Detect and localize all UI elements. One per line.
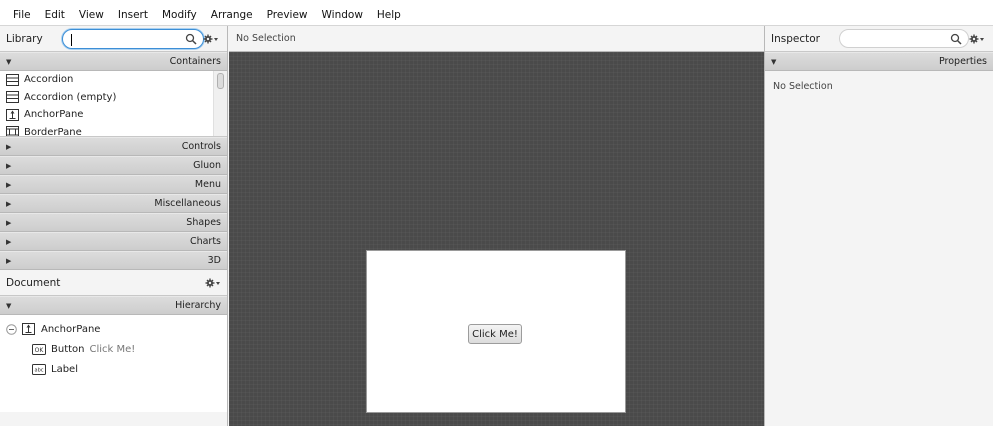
anchorpane-icon xyxy=(6,108,19,121)
library-item-label: AnchorPane xyxy=(24,109,84,121)
inspector-status: No Selection xyxy=(773,81,833,92)
label-abc-icon: abc xyxy=(32,363,46,375)
collapsed-triangle-icon: ▶ xyxy=(6,142,12,151)
inspector-header: Inspector xyxy=(765,26,993,52)
left-panel: Library ▼ Containers Accordion Accordion… xyxy=(0,26,228,426)
section-menu-label: Menu xyxy=(194,179,221,190)
menu-file[interactable]: File xyxy=(6,5,38,26)
anchor-pane-preview[interactable]: Click Me! xyxy=(366,250,626,413)
expanded-triangle-icon: ▼ xyxy=(771,57,777,66)
tree-item-anchorpane[interactable]: AnchorPane xyxy=(0,319,227,339)
svg-text:abc: abc xyxy=(35,367,44,373)
expanded-triangle-icon: ▼ xyxy=(6,301,12,310)
section-menu[interactable]: ▶ Menu xyxy=(0,175,227,194)
tree-item-detail: Click Me! xyxy=(89,343,136,355)
collapsed-triangle-icon: ▶ xyxy=(6,218,12,227)
inspector-gear-icon[interactable] xyxy=(969,33,985,45)
section-containers-label: Containers xyxy=(169,56,221,67)
search-icon[interactable] xyxy=(950,33,962,45)
section-gluon[interactable]: ▶ Gluon xyxy=(0,156,227,175)
section-shapes[interactable]: ▶ Shapes xyxy=(0,213,227,232)
menu-bar: File Edit View Insert Modify Arrange Pre… xyxy=(0,5,993,26)
section-miscellaneous[interactable]: ▶ Miscellaneous xyxy=(0,194,227,213)
library-item-borderpane[interactable]: BorderPane xyxy=(0,124,227,137)
collapsed-triangle-icon: ▶ xyxy=(6,199,12,208)
scrollbar-thumb[interactable] xyxy=(217,73,224,89)
tree-item-label: Label xyxy=(51,363,78,375)
hierarchy-tree: AnchorPane OK Button Click Me! abc Label xyxy=(0,315,227,412)
library-search-box[interactable] xyxy=(62,29,204,49)
tree-item-label: AnchorPane xyxy=(41,323,101,335)
library-item-label: Accordion xyxy=(24,74,74,86)
collapse-toggle-icon[interactable] xyxy=(6,323,17,335)
button-ok-icon: OK xyxy=(32,343,46,355)
section-controls[interactable]: ▶ Controls xyxy=(0,137,227,156)
menu-help[interactable]: Help xyxy=(370,5,408,26)
section-shapes-label: Shapes xyxy=(186,217,221,228)
expanded-triangle-icon: ▼ xyxy=(6,57,12,66)
library-search-input[interactable] xyxy=(71,32,183,46)
library-gear-icon[interactable] xyxy=(203,33,219,45)
document-title: Document xyxy=(6,276,61,289)
collapsed-triangle-icon: ▶ xyxy=(6,180,12,189)
svg-text:OK: OK xyxy=(35,347,45,354)
document-gear-icon[interactable] xyxy=(205,277,221,289)
anchorpane-icon xyxy=(22,323,35,335)
library-item-label: BorderPane xyxy=(24,126,82,137)
tree-item-button[interactable]: OK Button Click Me! xyxy=(0,339,227,359)
section-charts[interactable]: ▶ Charts xyxy=(0,232,227,251)
menu-arrange[interactable]: Arrange xyxy=(204,5,260,26)
collapsed-triangle-icon: ▶ xyxy=(6,256,12,265)
inspector-search-box[interactable] xyxy=(839,29,969,48)
menu-view[interactable]: View xyxy=(72,5,111,26)
section-containers[interactable]: ▼ Containers xyxy=(0,52,227,71)
library-title: Library xyxy=(6,32,43,45)
menu-preview[interactable]: Preview xyxy=(260,5,315,26)
selection-status: No Selection xyxy=(236,33,296,44)
accordion-icon xyxy=(6,73,19,86)
section-3d[interactable]: ▶ 3D xyxy=(0,251,227,270)
inspector-search-input[interactable] xyxy=(848,32,948,46)
menu-edit[interactable]: Edit xyxy=(38,5,72,26)
section-3d-label: 3D xyxy=(207,255,221,266)
document-header: Document xyxy=(0,270,227,296)
library-scrollbar[interactable] xyxy=(213,71,227,136)
section-hierarchy-label: Hierarchy xyxy=(175,300,221,311)
borderpane-icon xyxy=(6,126,19,136)
design-canvas[interactable]: Click Me! xyxy=(229,52,764,426)
menu-modify[interactable]: Modify xyxy=(155,5,204,26)
menu-insert[interactable]: Insert xyxy=(111,5,155,26)
search-icon[interactable] xyxy=(185,33,197,45)
menu-window[interactable]: Window xyxy=(315,5,370,26)
collapsed-triangle-icon: ▶ xyxy=(6,237,12,246)
inspector-body: No Selection xyxy=(765,71,993,102)
text-caret xyxy=(71,34,72,46)
inspector-title: Inspector xyxy=(771,32,820,45)
library-item-label: Accordion (empty) xyxy=(24,91,117,103)
library-item-anchorpane[interactable]: AnchorPane xyxy=(0,106,227,124)
section-controls-label: Controls xyxy=(181,141,221,152)
tree-item-label: Button xyxy=(51,343,85,355)
click-me-button[interactable]: Click Me! xyxy=(468,324,522,344)
library-header: Library xyxy=(0,26,227,52)
library-item-accordion[interactable]: Accordion xyxy=(0,71,227,89)
section-properties[interactable]: ▼ Properties xyxy=(765,52,993,71)
section-properties-label: Properties xyxy=(938,56,987,67)
accordion-icon xyxy=(6,91,19,104)
content-header: No Selection xyxy=(229,26,764,52)
library-list: Accordion Accordion (empty) AnchorPane B… xyxy=(0,71,227,137)
library-item-accordion-empty[interactable]: Accordion (empty) xyxy=(0,89,227,107)
section-gluon-label: Gluon xyxy=(193,160,221,171)
section-miscellaneous-label: Miscellaneous xyxy=(154,198,221,209)
tree-item-label-node[interactable]: abc Label xyxy=(0,359,227,379)
section-hierarchy[interactable]: ▼ Hierarchy xyxy=(0,296,227,315)
collapsed-triangle-icon: ▶ xyxy=(6,161,12,170)
inspector-panel: Inspector ▼ Properties No Selection xyxy=(764,26,993,426)
section-charts-label: Charts xyxy=(189,236,221,247)
